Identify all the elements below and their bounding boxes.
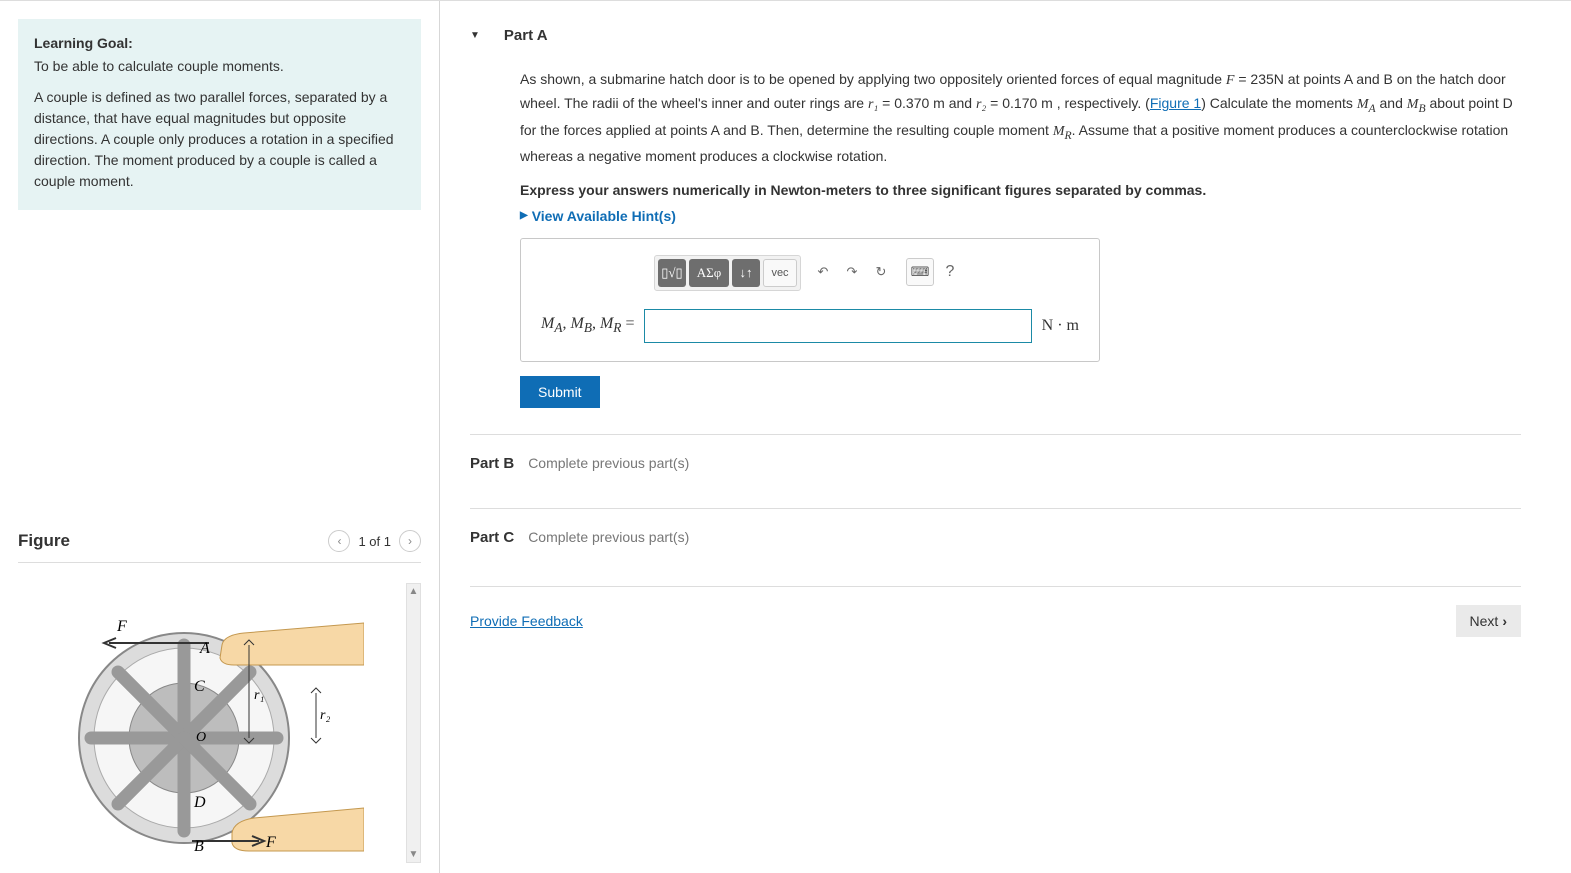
keyboard-button[interactable]: ⌨: [906, 258, 934, 286]
figure-next-button[interactable]: ›: [399, 530, 421, 552]
greek-button[interactable]: ΑΣφ: [689, 259, 729, 287]
undo-button[interactable]: ↶: [810, 258, 836, 286]
figure-header: Figure ‹ 1 of 1 ›: [18, 530, 421, 563]
figure-prev-button[interactable]: ‹: [328, 530, 350, 552]
answer-units: N · m: [1042, 317, 1079, 335]
learning-goal-body: A couple is defined as two parallel forc…: [34, 87, 405, 192]
part-c-label: Part C: [470, 529, 514, 546]
part-b-note: Complete previous part(s): [528, 455, 689, 471]
question-text: As shown, a submarine hatch door is to b…: [470, 58, 1521, 178]
answer-label: MA, MB, MR =: [541, 315, 634, 336]
view-hints-link[interactable]: ▶ View Available Hint(s): [470, 208, 1521, 238]
provide-feedback-link[interactable]: Provide Feedback: [470, 613, 583, 629]
part-c-row: Part C Complete previous part(s): [470, 519, 1521, 556]
answer-input[interactable]: [644, 309, 1031, 343]
figure-count: 1 of 1: [358, 534, 391, 549]
figure-scrollbar[interactable]: ▲ ▼: [406, 583, 421, 863]
chevron-right-icon: ›: [1502, 613, 1507, 629]
figure-section: Figure ‹ 1 of 1 ›: [18, 510, 421, 873]
divider: [470, 434, 1521, 435]
part-b-label: Part B: [470, 455, 514, 472]
learning-goal-title: Learning Goal:: [34, 33, 405, 54]
figure-image: F F A B C D O r₁ r₂: [18, 583, 400, 873]
help-button[interactable]: ?: [937, 258, 963, 286]
label-B: B: [194, 838, 204, 855]
answer-instruction: Express your answers numerically in Newt…: [470, 178, 1521, 208]
divider: [470, 508, 1521, 509]
figure-nav: ‹ 1 of 1 ›: [328, 530, 421, 552]
footer-row: Provide Feedback Next ›: [470, 586, 1521, 637]
part-a-header[interactable]: ▼ Part A: [470, 21, 1521, 58]
label-F-right: F: [265, 834, 276, 851]
figure-body: F F A B C D O r₁ r₂ ▲ ▼: [18, 563, 421, 873]
answer-row: MA, MB, MR = N · m: [541, 309, 1079, 343]
redo-button[interactable]: ↷: [839, 258, 865, 286]
part-b-row: Part B Complete previous part(s): [470, 445, 1521, 482]
subsup-button[interactable]: ↓↑: [732, 259, 760, 287]
figure-link[interactable]: Figure 1: [1150, 95, 1201, 111]
label-O: O: [196, 730, 206, 745]
label-F-left: F: [116, 618, 127, 635]
right-panel: ▼ Part A As shown, a submarine hatch doo…: [440, 1, 1571, 873]
label-r1: r₁: [254, 688, 264, 703]
templates-button[interactable]: ▯√▯: [658, 259, 686, 287]
part-c-note: Complete previous part(s): [528, 529, 689, 545]
left-panel: Learning Goal: To be able to calculate c…: [0, 1, 440, 873]
part-a-title: Part A: [504, 27, 548, 44]
scroll-down-icon[interactable]: ▼: [409, 847, 419, 862]
submit-button[interactable]: Submit: [520, 376, 600, 408]
label-C: C: [194, 678, 205, 695]
learning-goal-sub: To be able to calculate couple moments.: [34, 56, 405, 77]
scroll-up-icon[interactable]: ▲: [409, 584, 419, 599]
toolbar-group-2: ↶ ↷ ↻: [807, 255, 897, 291]
vec-button[interactable]: vec: [763, 259, 797, 287]
label-A: A: [199, 640, 210, 657]
caret-right-icon: ▶: [520, 210, 528, 221]
reset-button[interactable]: ↻: [868, 258, 894, 286]
wheel-diagram-svg: F F A B C D O r₁ r₂: [54, 583, 364, 873]
next-button[interactable]: Next ›: [1456, 605, 1521, 637]
label-r2: r₂: [320, 708, 330, 723]
caret-down-icon: ▼: [470, 30, 480, 41]
label-D: D: [193, 794, 206, 811]
answer-box: ▯√▯ ΑΣφ ↓↑ vec ↶ ↷ ↻ ⌨ ? MA, MB, MR = N …: [520, 238, 1100, 362]
figure-title: Figure: [18, 531, 70, 551]
equation-toolbar: ▯√▯ ΑΣφ ↓↑ vec ↶ ↷ ↻ ⌨ ?: [541, 255, 1079, 291]
learning-goal-box: Learning Goal: To be able to calculate c…: [18, 19, 421, 210]
toolbar-group-3: ⌨ ?: [903, 255, 966, 291]
toolbar-group-1: ▯√▯ ΑΣφ ↓↑ vec: [654, 255, 801, 291]
